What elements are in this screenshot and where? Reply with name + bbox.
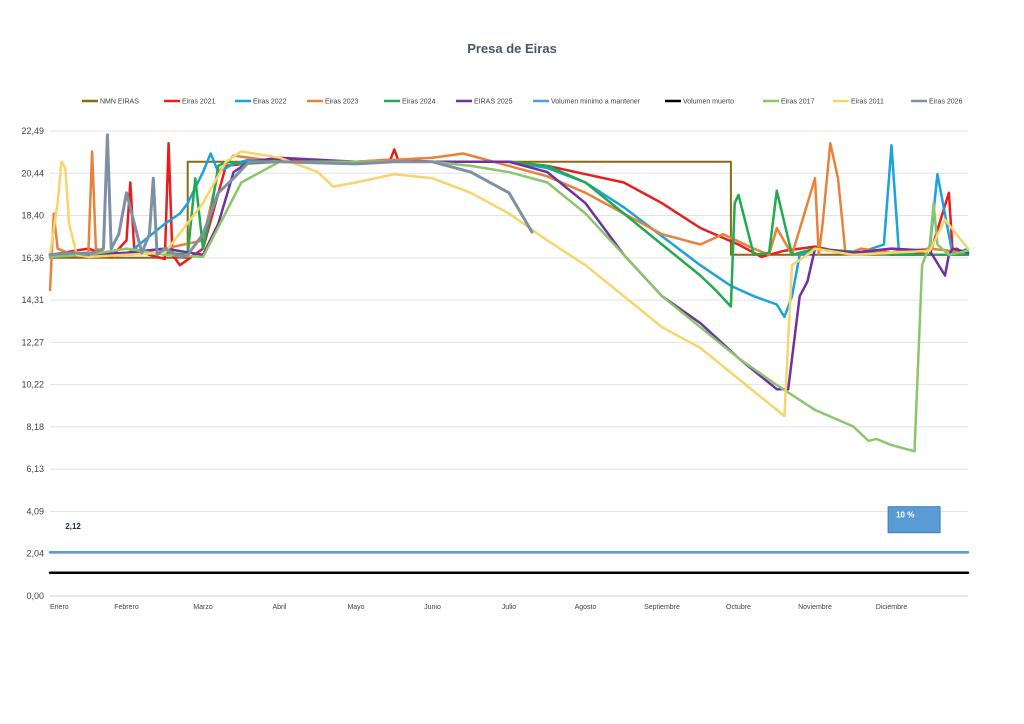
legend-label: Eiras 2023 xyxy=(325,99,359,106)
y-tick-label: 18,40 xyxy=(21,211,44,221)
y-tick-label: 10,22 xyxy=(21,380,44,390)
x-tick-label: Enero xyxy=(50,604,69,611)
legend-label: Eiras 2021 xyxy=(182,99,216,106)
x-tick-label: Mayo xyxy=(347,604,364,611)
legend-label: EIRAS 2025 xyxy=(474,99,513,106)
x-axis: Enero Febrero Marzo Abril Mayo Junio Julio Agos… xyxy=(50,604,907,611)
legend-label: Volumen minimo a mantener xyxy=(551,99,641,106)
legend-label: Eiras 2022 xyxy=(253,99,287,106)
y-axis: 0,00 2,04 4,09 6,13 8,18 10,22 12,27 14,31 16,36… xyxy=(21,126,44,601)
y-tick-label: 12,27 xyxy=(21,337,44,347)
x-tick-label: Septiembre xyxy=(644,604,680,611)
chart-title: Presa de Eiras xyxy=(467,41,557,56)
y-tick-label: 4,09 xyxy=(26,506,44,516)
x-tick-label: Agosto xyxy=(575,604,597,611)
legend-label: Eiras 2011 xyxy=(851,99,884,106)
percent-badge-label: 10 % xyxy=(896,511,914,520)
y-tick-label: 20,44 xyxy=(21,168,44,178)
y-tick-label: 8,18 xyxy=(26,422,44,432)
legend-label: NMN EIRAS xyxy=(100,99,139,106)
legend-label: Eiras 2017 xyxy=(781,99,815,106)
y-tick-label: 0,00 xyxy=(26,591,44,601)
y-tick-label: 22,49 xyxy=(21,126,44,136)
x-tick-label: Febrero xyxy=(114,604,139,611)
x-tick-label: Junio xyxy=(424,604,441,611)
annotations: 2,12 10 % xyxy=(65,506,941,534)
x-tick-label: Abril xyxy=(272,604,286,611)
legend: NMN EIRAS Eiras 2021 Eiras 2022 Eiras 2023 E… xyxy=(82,99,963,106)
annotation-label: 2,12 xyxy=(65,522,81,531)
x-tick-label: Julio xyxy=(502,604,517,611)
x-tick-label: Diciembre xyxy=(876,604,908,611)
y-tick-label: 6,13 xyxy=(26,464,44,474)
x-tick-label: Octubre xyxy=(726,604,751,611)
x-tick-label: Noviembre xyxy=(798,604,832,611)
y-tick-label: 14,31 xyxy=(21,295,44,305)
y-tick-label: 16,36 xyxy=(21,253,44,263)
x-tick-label: Marzo xyxy=(193,604,213,611)
y-tick-label: 2,04 xyxy=(26,549,44,559)
legend-label: Volumen muerto xyxy=(683,99,734,106)
legend-label: Eiras 2026 xyxy=(929,99,963,106)
legend-label: Eiras 2024 xyxy=(402,99,436,106)
series-lines xyxy=(48,133,970,575)
chart: Presa de Eiras NMN EIRAS Eiras 2021 Eiras … xyxy=(21,41,970,611)
